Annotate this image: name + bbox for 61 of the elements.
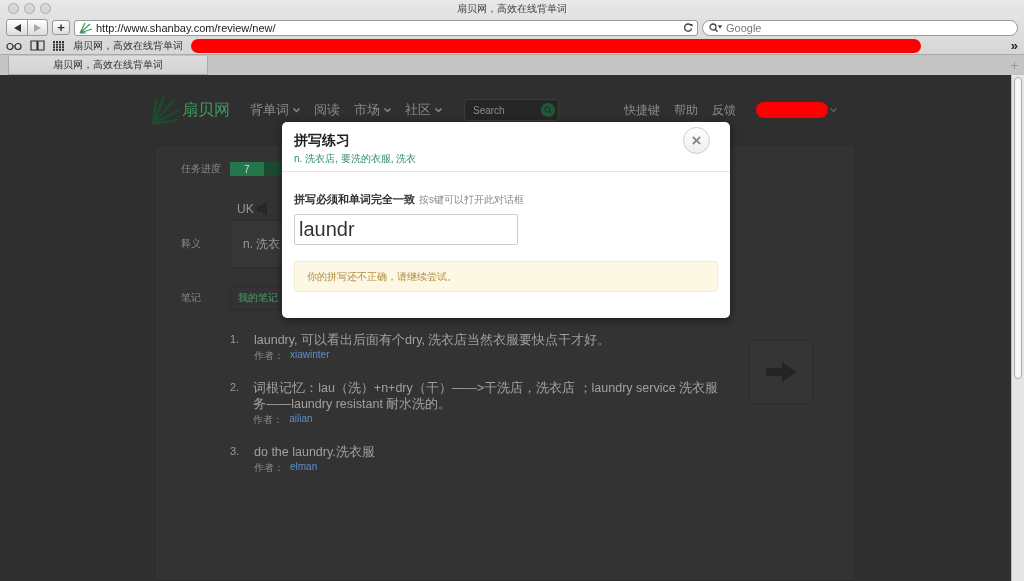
logo-icon [150, 94, 180, 126]
progress-count: 7 [243, 162, 251, 176]
author-label: 作者： [254, 349, 284, 363]
caret-icon [435, 107, 442, 113]
field-label: 笔记 [180, 291, 202, 305]
author-link[interactable]: ailian [289, 413, 313, 427]
site-logo[interactable]: 扇贝网 [182, 99, 230, 121]
reload-icon[interactable] [684, 23, 693, 33]
note-text: do the laundry.洗衣服 [254, 444, 375, 460]
pronunciation-label: UK [237, 202, 254, 216]
window-title: 扇贝网，高效在线背单词 [457, 2, 567, 14]
author-link[interactable]: elman [290, 461, 318, 475]
author-label: 作者： [254, 461, 284, 475]
note-number: 1. [230, 332, 240, 347]
close-button[interactable]: × [683, 127, 710, 154]
new-tab-icon[interactable] [1011, 61, 1018, 69]
address-field[interactable]: http://www.shanbay.com/review/new/ [74, 19, 698, 36]
header-link[interactable]: 帮助 [674, 101, 698, 119]
glasses-icon[interactable] [6, 41, 22, 50]
browser-search-field[interactable]: Google [702, 19, 1018, 36]
search-icon[interactable] [541, 103, 555, 117]
field-label: 释义 [180, 237, 202, 251]
add-bookmark-button[interactable]: + [52, 20, 70, 36]
book-icon[interactable] [30, 40, 45, 52]
header-link[interactable]: 反馈 [712, 101, 736, 119]
answer-field[interactable]: laundr [294, 214, 518, 245]
note-number: 3. [230, 444, 240, 459]
browser-tab[interactable]: 扇贝网，高效在线背单词 [8, 56, 208, 75]
more-bookmarks-button[interactable]: » [1010, 38, 1018, 54]
note-text: laundry, 可以看出后面有个dry, 洗衣店当然衣服要快点干才好。 [254, 332, 611, 348]
redaction-mark [756, 102, 828, 118]
dialog-subtitle: n. 洗衣店, 要洗的衣服, 洗衣 [294, 152, 418, 166]
nav-menu-item[interactable]: 市场 [354, 101, 391, 119]
incorrect-message: 你的拼写还不正确，请继续尝试。 [294, 261, 718, 292]
nav-menu-item[interactable]: 阅读 [314, 101, 340, 119]
author-label: 作者： [253, 413, 284, 427]
back-icon [13, 23, 21, 32]
note-number: 2. [230, 380, 240, 395]
caret-icon [830, 107, 837, 113]
scrollbar[interactable] [1011, 75, 1024, 581]
window-control[interactable] [40, 3, 51, 15]
author-link[interactable]: xiawinter [290, 349, 330, 363]
search-icon [709, 22, 723, 33]
note-text: 词根记忆：lau（洗）+n+dry（干）——>干洗店，洗衣店 ；laundry service 洗衣服务——laundry resistant 耐水洗的。 [253, 380, 720, 412]
window-control[interactable] [24, 3, 35, 15]
caret-icon [384, 107, 391, 113]
site-search-field[interactable]: Search [464, 99, 559, 121]
grid-icon[interactable] [53, 40, 65, 51]
window-control[interactable] [8, 3, 19, 15]
forward-icon [34, 23, 41, 32]
caret-icon [293, 107, 300, 113]
scroll-thumb[interactable] [1014, 77, 1022, 379]
field-label: 任务进度 [180, 162, 222, 176]
bookmark-item[interactable]: 扇贝网，高效在线背单词 [73, 38, 183, 53]
header-link[interactable]: 快捷键 [624, 101, 660, 119]
nav-menu-item[interactable]: 社区 [405, 101, 442, 119]
nav-menu-item[interactable]: 背单词 [250, 101, 300, 119]
dialog-title: 拼写练习 [294, 132, 350, 150]
leaf-icon [79, 21, 93, 34]
spelling-prompt: 拼写必须和单词完全一致 [294, 192, 415, 207]
shortcut-hint: 按s键可以打开此对话框 [419, 193, 524, 207]
